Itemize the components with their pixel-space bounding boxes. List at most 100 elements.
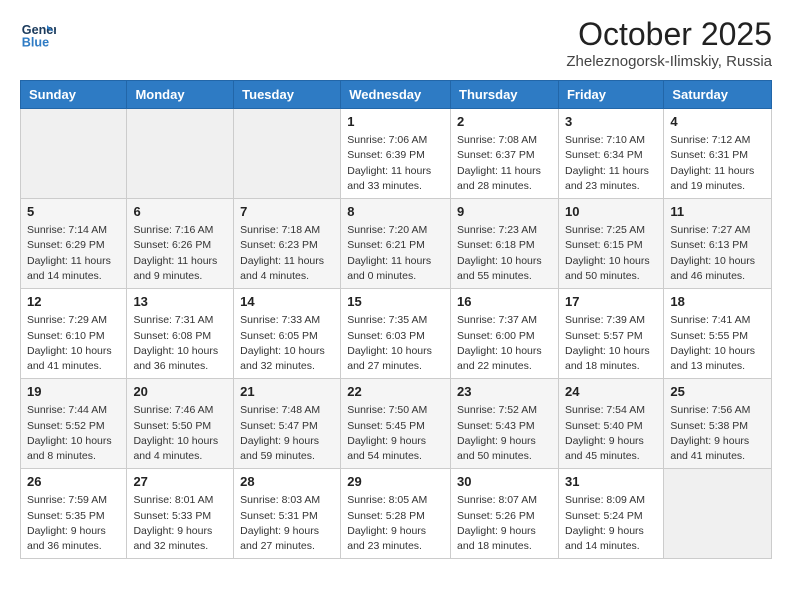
day-number: 23 (457, 383, 552, 401)
weekday-header-tuesday: Tuesday (234, 81, 341, 109)
day-number: 24 (565, 383, 657, 401)
svg-text:Blue: Blue (22, 36, 49, 50)
day-number: 22 (347, 383, 444, 401)
header: General Blue October 2025 Zheleznogorsk-… (20, 16, 772, 70)
day-number: 1 (347, 113, 444, 131)
calendar-day-23: 23 Sunrise: 7:52 AMSunset: 5:43 PMDayligh… (451, 379, 559, 469)
day-info: Sunrise: 7:52 AMSunset: 5:43 PMDaylight:… (457, 403, 552, 464)
calendar-day-16: 16 Sunrise: 7:37 AMSunset: 6:00 PMDayligh… (451, 289, 559, 379)
calendar-week-row: 19Sunrise: 7:44 AMSunset: 5:52 PMDayligh… (21, 379, 772, 469)
day-info: Sunrise: 8:01 AMSunset: 5:33 PMDaylight:… (133, 493, 227, 554)
calendar-day-9: 9Sunrise: 7:23 AMSunset: 6:18 PMDaylight… (451, 199, 559, 289)
calendar-week-row: 5Sunrise: 7:14 AMSunset: 6:29 PMDaylight… (21, 199, 772, 289)
title-block: October 2025 Zheleznogorsk-Ilimskiy, Rus… (566, 16, 772, 70)
day-info: Sunrise: 7:37 AMSunset: 6:00 PMDaylight:… (457, 313, 552, 374)
page: General Blue October 2025 Zheleznogorsk-… (0, 0, 792, 612)
calendar-day-10: 10Sunrise: 7:25 AMSunset: 6:15 PMDayligh… (558, 199, 663, 289)
day-number: 12 (27, 293, 120, 311)
month-title: October 2025 (566, 16, 772, 53)
calendar-day-18: 18 Sunrise: 7:41 AMSunset: 5:55 PMDayligh… (664, 289, 772, 379)
day-info: Sunrise: 7:50 AMSunset: 5:45 PMDaylight:… (347, 403, 444, 464)
day-info: Sunrise: 7:48 AMSunset: 5:47 PMDaylight:… (240, 403, 334, 464)
day-info: Sunrise: 7:27 AMSunset: 6:13 PMDaylight:… (670, 223, 765, 284)
day-info: Sunrise: 7:16 AMSunset: 6:26 PMDaylight:… (133, 223, 227, 284)
day-number: 15 (347, 293, 444, 311)
day-info: Sunrise: 8:07 AMSunset: 5:26 PMDaylight:… (457, 493, 552, 554)
day-info: Sunrise: 8:05 AMSunset: 5:28 PMDaylight:… (347, 493, 444, 554)
day-info: Sunrise: 7:31 AMSunset: 6:08 PMDaylight:… (133, 313, 227, 374)
calendar-week-row: 12 Sunrise: 7:29 AMSunset: 6:10 PMDayligh… (21, 289, 772, 379)
day-number: 28 (240, 473, 334, 491)
day-info: Sunrise: 7:56 AMSunset: 5:38 PMDaylight:… (670, 403, 765, 464)
day-info: Sunrise: 7:33 AMSunset: 6:05 PMDaylight:… (240, 313, 334, 374)
calendar-day-29: 29 Sunrise: 8:05 AMSunset: 5:28 PMDayligh… (341, 469, 451, 559)
calendar-day-15: 15 Sunrise: 7:35 AMSunset: 6:03 PMDayligh… (341, 289, 451, 379)
day-info: Sunrise: 7:23 AMSunset: 6:18 PMDaylight:… (457, 223, 552, 284)
logo: General Blue (20, 16, 56, 52)
weekday-header-friday: Friday (558, 81, 663, 109)
weekday-header-saturday: Saturday (664, 81, 772, 109)
calendar-day-4: 4 Sunrise: 7:12 AMSunset: 6:31 PMDaylight… (664, 109, 772, 199)
day-info: Sunrise: 7:18 AMSunset: 6:23 PMDaylight:… (240, 223, 334, 284)
calendar-week-row: 1 Sunrise: 7:06 AMSunset: 6:39 PMDaylight… (21, 109, 772, 199)
day-number: 27 (133, 473, 227, 491)
day-info: Sunrise: 7:08 AMSunset: 6:37 PMDaylight:… (457, 133, 552, 194)
day-number: 10 (565, 203, 657, 221)
day-number: 19 (27, 383, 120, 401)
day-number: 18 (670, 293, 765, 311)
calendar: SundayMondayTuesdayWednesdayThursdayFrid… (20, 80, 772, 559)
day-number: 7 (240, 203, 334, 221)
calendar-empty-cell (664, 469, 772, 559)
day-info: Sunrise: 7:29 AMSunset: 6:10 PMDaylight:… (27, 313, 120, 374)
day-info: Sunrise: 7:20 AMSunset: 6:21 PMDaylight:… (347, 223, 444, 284)
day-info: Sunrise: 7:12 AMSunset: 6:31 PMDaylight:… (670, 133, 765, 194)
calendar-day-31: 31Sunrise: 8:09 AMSunset: 5:24 PMDayligh… (558, 469, 663, 559)
calendar-day-13: 13 Sunrise: 7:31 AMSunset: 6:08 PMDayligh… (127, 289, 234, 379)
day-number: 30 (457, 473, 552, 491)
day-number: 14 (240, 293, 334, 311)
day-info: Sunrise: 7:54 AMSunset: 5:40 PMDaylight:… (565, 403, 657, 464)
logo-icon: General Blue (20, 16, 56, 52)
calendar-day-6: 6 Sunrise: 7:16 AMSunset: 6:26 PMDaylight… (127, 199, 234, 289)
day-number: 25 (670, 383, 765, 401)
calendar-week-row: 26Sunrise: 7:59 AMSunset: 5:35 PMDayligh… (21, 469, 772, 559)
day-number: 16 (457, 293, 552, 311)
calendar-empty-cell (21, 109, 127, 199)
calendar-day-19: 19Sunrise: 7:44 AMSunset: 5:52 PMDayligh… (21, 379, 127, 469)
calendar-day-5: 5Sunrise: 7:14 AMSunset: 6:29 PMDaylight… (21, 199, 127, 289)
day-info: Sunrise: 7:41 AMSunset: 5:55 PMDaylight:… (670, 313, 765, 374)
calendar-day-24: 24 Sunrise: 7:54 AMSunset: 5:40 PMDayligh… (558, 379, 663, 469)
calendar-day-14: 14 Sunrise: 7:33 AMSunset: 6:05 PMDayligh… (234, 289, 341, 379)
day-number: 29 (347, 473, 444, 491)
calendar-day-20: 20Sunrise: 7:46 AMSunset: 5:50 PMDayligh… (127, 379, 234, 469)
day-info: Sunrise: 7:59 AMSunset: 5:35 PMDaylight:… (27, 493, 120, 554)
day-number: 11 (670, 203, 765, 221)
day-info: Sunrise: 7:06 AMSunset: 6:39 PMDaylight:… (347, 133, 444, 194)
day-info: Sunrise: 7:39 AMSunset: 5:57 PMDaylight:… (565, 313, 657, 374)
day-number: 4 (670, 113, 765, 131)
location: Zheleznogorsk-Ilimskiy, Russia (566, 53, 772, 70)
calendar-day-8: 8Sunrise: 7:20 AMSunset: 6:21 PMDaylight… (341, 199, 451, 289)
day-number: 6 (133, 203, 227, 221)
calendar-day-30: 30 Sunrise: 8:07 AMSunset: 5:26 PMDayligh… (451, 469, 559, 559)
day-info: Sunrise: 7:46 AMSunset: 5:50 PMDaylight:… (133, 403, 227, 464)
day-number: 13 (133, 293, 227, 311)
calendar-empty-cell (127, 109, 234, 199)
calendar-empty-cell (234, 109, 341, 199)
day-info: Sunrise: 8:09 AMSunset: 5:24 PMDaylight:… (565, 493, 657, 554)
weekday-header-sunday: Sunday (21, 81, 127, 109)
weekday-header-monday: Monday (127, 81, 234, 109)
calendar-day-22: 22 Sunrise: 7:50 AMSunset: 5:45 PMDayligh… (341, 379, 451, 469)
weekday-header-row: SundayMondayTuesdayWednesdayThursdayFrid… (21, 81, 772, 109)
calendar-day-26: 26Sunrise: 7:59 AMSunset: 5:35 PMDayligh… (21, 469, 127, 559)
calendar-day-11: 11 Sunrise: 7:27 AMSunset: 6:13 PMDayligh… (664, 199, 772, 289)
day-number: 17 (565, 293, 657, 311)
weekday-header-wednesday: Wednesday (341, 81, 451, 109)
calendar-day-27: 27 Sunrise: 8:01 AMSunset: 5:33 PMDayligh… (127, 469, 234, 559)
weekday-header-thursday: Thursday (451, 81, 559, 109)
day-number: 3 (565, 113, 657, 131)
day-info: Sunrise: 7:14 AMSunset: 6:29 PMDaylight:… (27, 223, 120, 284)
calendar-day-7: 7 Sunrise: 7:18 AMSunset: 6:23 PMDaylight… (234, 199, 341, 289)
day-info: Sunrise: 7:35 AMSunset: 6:03 PMDaylight:… (347, 313, 444, 374)
calendar-day-2: 2Sunrise: 7:08 AMSunset: 6:37 PMDaylight… (451, 109, 559, 199)
